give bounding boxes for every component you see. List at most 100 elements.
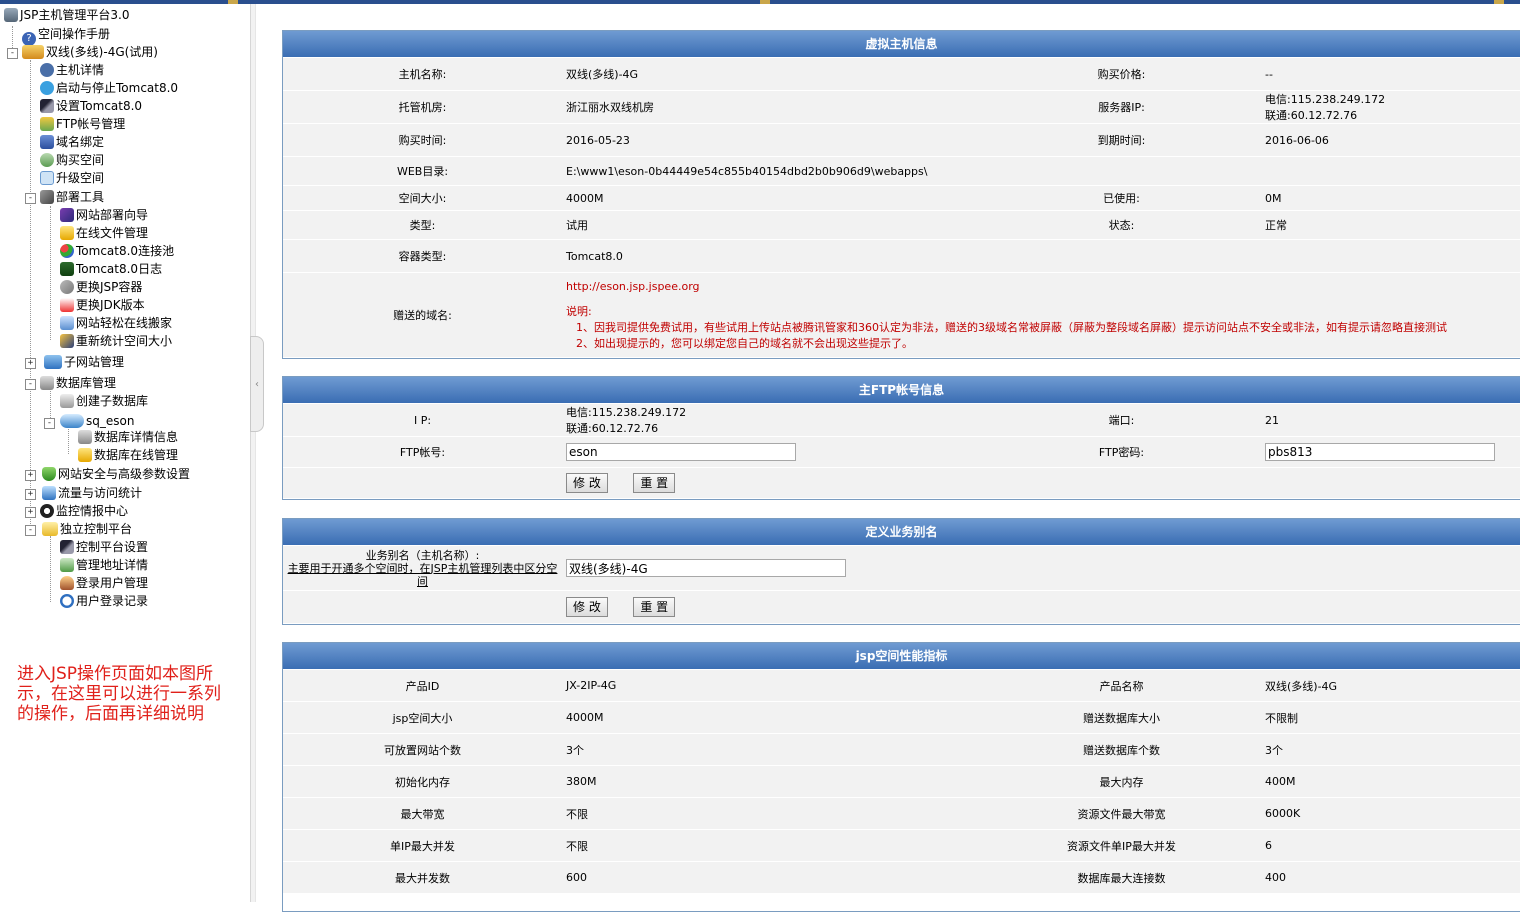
- ftp-account-input[interactable]: [566, 443, 796, 461]
- tree-item-tomcat-settings[interactable]: 设置Tomcat8.0: [40, 97, 142, 115]
- perf-label: 资源文件单IP最大并发: [982, 830, 1261, 861]
- expand-toggle[interactable]: +: [25, 489, 36, 500]
- alias-title: 定义业务别名: [283, 519, 1520, 545]
- tree-item-host-detail[interactable]: 主机详情: [40, 61, 104, 79]
- top-bar-marker: [760, 0, 770, 4]
- ftp-ip-telecom: 电信:115.238.249.172: [566, 406, 687, 419]
- alias-actions: 修 改 重 置: [562, 591, 1520, 623]
- alias-input[interactable]: [566, 559, 846, 577]
- space-size-value: 4000M: [562, 186, 982, 210]
- status-value: 正常: [1261, 211, 1520, 239]
- create-db-icon: [60, 394, 74, 408]
- perf-label: 赠送数据库个数: [982, 734, 1261, 765]
- tree-item-manual[interactable]: ? 空间操作手册: [22, 25, 110, 46]
- ftp-password-cell: [1261, 437, 1520, 467]
- sitemap-icon: [44, 355, 62, 369]
- tree-item-recount-size[interactable]: 重新统计空间大小: [60, 332, 172, 350]
- alias-modify-button[interactable]: 修 改: [566, 597, 608, 617]
- tree-item-manage-address[interactable]: 管理地址详情: [60, 556, 148, 574]
- tree-item-ftp[interactable]: FTP帐号管理: [40, 115, 125, 133]
- tree-item-create-db[interactable]: 创建子数据库: [60, 392, 148, 410]
- tree-item-start-stop[interactable]: 启动与停止Tomcat8.0: [40, 79, 178, 97]
- pool-icon: [60, 244, 74, 258]
- ftp-account-cell: [562, 437, 982, 467]
- collapse-sidebar-button[interactable]: ‹: [250, 336, 264, 432]
- expire-time-value: 2016-06-06: [1261, 124, 1520, 156]
- ftp-reset-button[interactable]: 重 置: [633, 473, 676, 493]
- tree-item-tomcat-log[interactable]: Tomcat8.0日志: [60, 260, 162, 278]
- tree-item-control-settings[interactable]: 控制平台设置: [60, 538, 148, 556]
- table-row: 最大带宽 不限 资源文件最大带宽 6000K: [283, 798, 1520, 829]
- perf-title: jsp空间性能指标: [283, 643, 1520, 669]
- perf-label: 数据库最大连接数: [982, 862, 1261, 893]
- collapse-toggle[interactable]: -: [25, 379, 36, 390]
- power-icon: [40, 81, 54, 95]
- expand-toggle[interactable]: +: [25, 507, 36, 518]
- domain-note-1: 1、因我司提供免费试用，有些试用上传站点被腾讯管家和360认定为非法，赠送的3级…: [576, 320, 1447, 334]
- ftp-password-input[interactable]: [1265, 443, 1495, 461]
- ftp-info-panel: 主FTP帐号信息 I P: 电信:115.238.249.172 联通:60.1…: [282, 376, 1520, 500]
- tree-item-db-detail[interactable]: 数据库详情信息: [78, 428, 178, 446]
- tree-item-monitor[interactable]: 监控情报中心: [40, 502, 128, 520]
- server-ip-label: 服务器IP:: [982, 91, 1261, 123]
- vhost-info-panel: 虚拟主机信息 主机名称: 双线(多线)-4G 购买价格: -- 托管机房: 浙江…: [282, 30, 1520, 359]
- collapse-toggle[interactable]: -: [7, 48, 18, 59]
- alias-label-cell: 业务别名（主机名称）: 主要用于开通多个空间时，在JSP主机管理列表中区分空间: [283, 546, 562, 590]
- container-label: 容器类型:: [283, 240, 562, 272]
- expand-toggle[interactable]: +: [25, 358, 36, 369]
- tree-item-file-manager[interactable]: 在线文件管理: [60, 224, 148, 242]
- perf-label: 产品名称: [982, 670, 1261, 701]
- domain-icon: [40, 135, 54, 149]
- house-icon: [60, 316, 74, 330]
- ftp-icon: [40, 117, 54, 131]
- tree-item-upgrade[interactable]: 升级空间: [40, 169, 104, 187]
- collapse-toggle[interactable]: -: [25, 525, 36, 536]
- empty-cell: [283, 468, 562, 498]
- tree-item-domain[interactable]: 域名绑定: [40, 133, 104, 151]
- perf-value: 不限制: [1261, 702, 1520, 733]
- tree-item-subsite[interactable]: 子网站管理: [44, 353, 124, 371]
- expire-time-label: 到期时间:: [982, 124, 1261, 156]
- table-row: 托管机房: 浙江丽水双线机房 服务器IP: 电信:115.238.249.172…: [283, 91, 1520, 123]
- container-icon: [60, 280, 74, 294]
- db-online-icon: [78, 448, 92, 462]
- platform-icon: [4, 8, 18, 22]
- pane-divider[interactable]: [250, 4, 256, 902]
- ftp-modify-button[interactable]: 修 改: [566, 473, 608, 493]
- collapse-toggle[interactable]: -: [44, 418, 55, 429]
- collapse-toggle[interactable]: -: [25, 193, 36, 204]
- tree-item-change-container[interactable]: 更换JSP容器: [60, 278, 142, 296]
- shield-icon: [42, 467, 56, 481]
- domain-note-title: 说明:: [566, 304, 592, 318]
- tree-item-security[interactable]: 网站安全与高级参数设置: [42, 465, 190, 483]
- free-domain-link[interactable]: http://eson.jsp.jspee.org: [566, 280, 1516, 293]
- perf-label: 资源文件最大带宽: [982, 798, 1261, 829]
- chart-icon: [42, 486, 56, 500]
- perf-value: 双线(多线)-4G: [1261, 670, 1520, 701]
- room-label: 托管机房:: [283, 91, 562, 123]
- perf-value: 600: [562, 862, 982, 893]
- tree-item-login-records[interactable]: 用户登录记录: [60, 592, 148, 610]
- users-icon: [60, 576, 74, 590]
- tree-item-change-jdk[interactable]: 更换JDK版本: [60, 296, 145, 314]
- tree-item-buy[interactable]: 购买空间: [40, 151, 104, 169]
- tree-item-connection-pool[interactable]: Tomcat8.0连接池: [60, 242, 174, 260]
- tree-item-site-migration[interactable]: 网站轻松在线搬家: [60, 314, 172, 332]
- tree-item-db-online[interactable]: 数据库在线管理: [78, 446, 178, 464]
- folder-icon: [60, 226, 74, 240]
- expand-toggle[interactable]: +: [25, 470, 36, 481]
- tree-item-host[interactable]: 双线(多线)-4G(试用): [22, 43, 158, 61]
- tree-item-login-users[interactable]: 登录用户管理: [60, 574, 148, 592]
- tree-item-deploy-wizard[interactable]: 网站部署向导: [60, 206, 148, 224]
- tree-item-traffic[interactable]: 流量与访问统计: [42, 484, 142, 502]
- tree-root[interactable]: JSP主机管理平台3.0: [4, 6, 129, 24]
- perf-label: 赠送数据库大小: [982, 702, 1261, 733]
- tree-item-database[interactable]: 数据库管理: [40, 374, 116, 392]
- web-dir-value: E:\www1\eson-0b44449e54c855b40154dbd2b0b…: [562, 157, 1520, 185]
- alias-reset-button[interactable]: 重 置: [633, 597, 676, 617]
- table-row: WEB目录: E:\www1\eson-0b44449e54c855b40154…: [283, 157, 1520, 185]
- tree-item-control[interactable]: 独立控制平台: [42, 520, 132, 538]
- alias-panel: 定义业务别名 业务别名（主机名称）: 主要用于开通多个空间时，在JSP主机管理列…: [282, 518, 1520, 625]
- tree-item-deploy[interactable]: 部署工具: [40, 188, 104, 206]
- used-label: 已使用:: [982, 186, 1261, 210]
